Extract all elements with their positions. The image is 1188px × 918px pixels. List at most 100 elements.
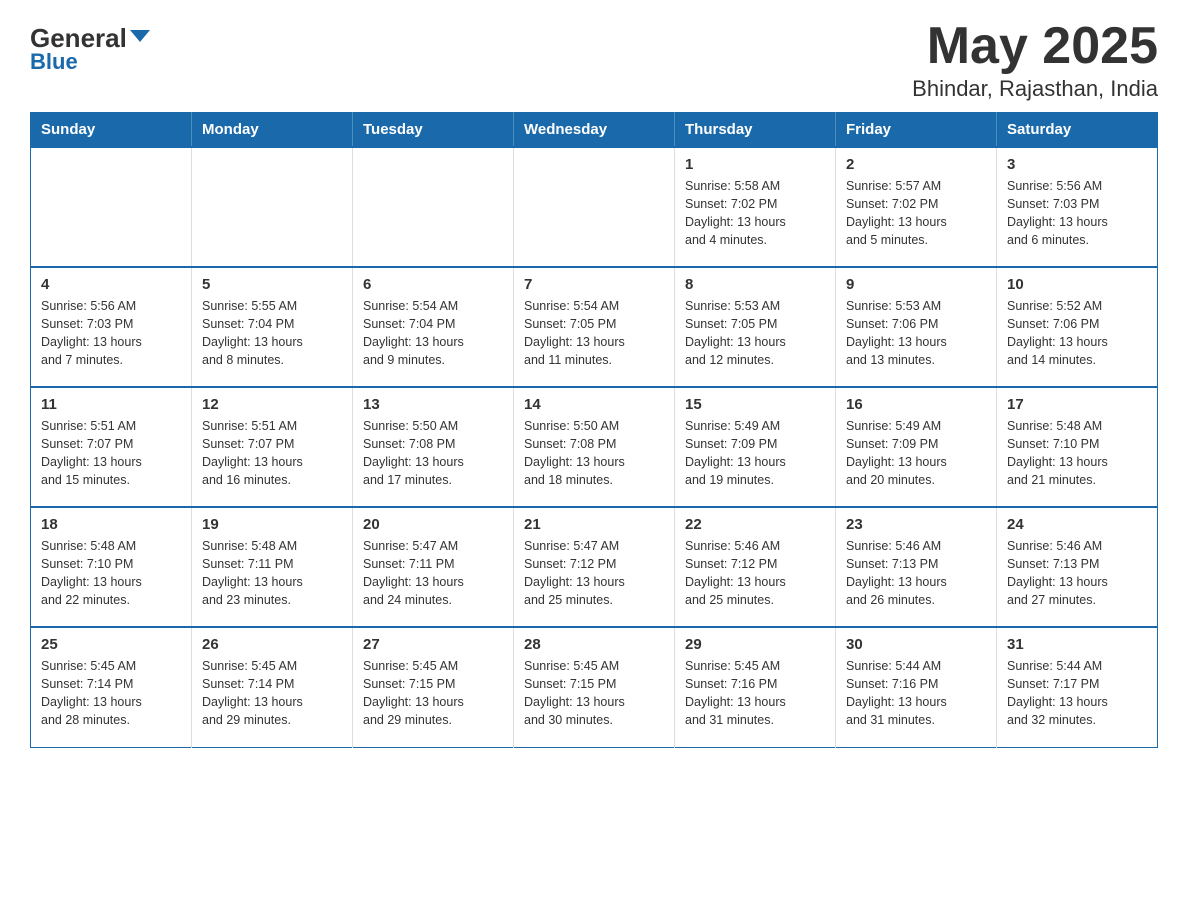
day-info: Sunrise: 5:48 AM Sunset: 7:10 PM Dayligh…	[41, 537, 181, 610]
calendar-header-saturday: Saturday	[997, 113, 1158, 148]
calendar-day-cell: 20Sunrise: 5:47 AM Sunset: 7:11 PM Dayli…	[353, 507, 514, 627]
day-info: Sunrise: 5:54 AM Sunset: 7:04 PM Dayligh…	[363, 297, 503, 370]
calendar-header-row: SundayMondayTuesdayWednesdayThursdayFrid…	[31, 113, 1158, 148]
calendar-day-cell: 11Sunrise: 5:51 AM Sunset: 7:07 PM Dayli…	[31, 387, 192, 507]
day-info: Sunrise: 5:54 AM Sunset: 7:05 PM Dayligh…	[524, 297, 664, 370]
day-info: Sunrise: 5:49 AM Sunset: 7:09 PM Dayligh…	[685, 417, 825, 490]
day-info: Sunrise: 5:51 AM Sunset: 7:07 PM Dayligh…	[41, 417, 181, 490]
calendar-day-cell: 27 Sunrise: 5:45 AM Sunset: 7:15 PM Dayli…	[353, 627, 514, 747]
day-number: 6	[363, 276, 503, 293]
calendar-day-cell: 5 Sunrise: 5:55 AM Sunset: 7:04 PM Daylig…	[192, 267, 353, 387]
day-number: 19	[202, 516, 342, 533]
calendar-day-cell: 25 Sunrise: 5:45 AM Sunset: 7:14 PM Dayli…	[31, 627, 192, 747]
day-number: 18	[41, 516, 181, 533]
calendar-day-cell: 6 Sunrise: 5:54 AM Sunset: 7:04 PM Daylig…	[353, 267, 514, 387]
day-number: 21	[524, 516, 664, 533]
calendar-day-cell: 24 Sunrise: 5:46 AM Sunset: 7:13 PM Dayli…	[997, 507, 1158, 627]
day-number: 4	[41, 276, 181, 293]
day-number: 7	[524, 276, 664, 293]
calendar-day-cell	[192, 147, 353, 267]
calendar-day-cell: 1 Sunrise: 5:58 AM Sunset: 7:02 PM Daylig…	[675, 147, 836, 267]
calendar-day-cell: 7 Sunrise: 5:54 AM Sunset: 7:05 PM Daylig…	[514, 267, 675, 387]
calendar-header-sunday: Sunday	[31, 113, 192, 148]
day-info: Sunrise: 5:45 AM Sunset: 7:15 PM Dayligh…	[524, 657, 664, 730]
day-info: Sunrise: 5:45 AM Sunset: 7:14 PM Dayligh…	[41, 657, 181, 730]
day-info: Sunrise: 5:48 AM Sunset: 7:10 PM Dayligh…	[1007, 417, 1147, 490]
calendar-day-cell: 4 Sunrise: 5:56 AM Sunset: 7:03 PM Daylig…	[31, 267, 192, 387]
calendar-day-cell: 15 Sunrise: 5:49 AM Sunset: 7:09 PM Dayli…	[675, 387, 836, 507]
day-info: Sunrise: 5:57 AM Sunset: 7:02 PM Dayligh…	[846, 177, 986, 250]
day-info: Sunrise: 5:58 AM Sunset: 7:02 PM Dayligh…	[685, 177, 825, 250]
day-info: Sunrise: 5:56 AM Sunset: 7:03 PM Dayligh…	[1007, 177, 1147, 250]
day-number: 9	[846, 276, 986, 293]
calendar-week-row: 4 Sunrise: 5:56 AM Sunset: 7:03 PM Daylig…	[31, 267, 1158, 387]
day-number: 10	[1007, 276, 1147, 293]
calendar-day-cell: 10 Sunrise: 5:52 AM Sunset: 7:06 PM Dayli…	[997, 267, 1158, 387]
day-number: 24	[1007, 516, 1147, 533]
calendar-day-cell: 17 Sunrise: 5:48 AM Sunset: 7:10 PM Dayli…	[997, 387, 1158, 507]
day-info: Sunrise: 5:50 AM Sunset: 7:08 PM Dayligh…	[524, 417, 664, 490]
day-info: Sunrise: 5:47 AM Sunset: 7:12 PM Dayligh…	[524, 537, 664, 610]
calendar-header-tuesday: Tuesday	[353, 113, 514, 148]
day-number: 27	[363, 636, 503, 653]
day-info: Sunrise: 5:56 AM Sunset: 7:03 PM Dayligh…	[41, 297, 181, 370]
calendar-header-monday: Monday	[192, 113, 353, 148]
calendar-day-cell: 28 Sunrise: 5:45 AM Sunset: 7:15 PM Dayli…	[514, 627, 675, 747]
calendar-header-wednesday: Wednesday	[514, 113, 675, 148]
day-number: 2	[846, 156, 986, 173]
calendar-day-cell: 26 Sunrise: 5:45 AM Sunset: 7:14 PM Dayli…	[192, 627, 353, 747]
logo: General Blue	[30, 20, 150, 75]
day-number: 15	[685, 396, 825, 413]
calendar-day-cell: 29Sunrise: 5:45 AM Sunset: 7:16 PM Dayli…	[675, 627, 836, 747]
day-info: Sunrise: 5:55 AM Sunset: 7:04 PM Dayligh…	[202, 297, 342, 370]
day-info: Sunrise: 5:46 AM Sunset: 7:13 PM Dayligh…	[846, 537, 986, 610]
day-number: 25	[41, 636, 181, 653]
day-number: 14	[524, 396, 664, 413]
day-number: 31	[1007, 636, 1147, 653]
day-info: Sunrise: 5:53 AM Sunset: 7:05 PM Dayligh…	[685, 297, 825, 370]
logo-triangle-icon	[130, 30, 150, 42]
day-info: Sunrise: 5:49 AM Sunset: 7:09 PM Dayligh…	[846, 417, 986, 490]
calendar-day-cell	[514, 147, 675, 267]
month-title: May 2025	[912, 20, 1158, 72]
calendar-week-row: 18 Sunrise: 5:48 AM Sunset: 7:10 PM Dayli…	[31, 507, 1158, 627]
day-info: Sunrise: 5:50 AM Sunset: 7:08 PM Dayligh…	[363, 417, 503, 490]
calendar-day-cell: 22 Sunrise: 5:46 AM Sunset: 7:12 PM Dayli…	[675, 507, 836, 627]
logo-text: General	[30, 25, 150, 51]
calendar-day-cell: 14 Sunrise: 5:50 AM Sunset: 7:08 PM Dayli…	[514, 387, 675, 507]
title-block: May 2025 Bhindar, Rajasthan, India	[912, 20, 1158, 102]
day-number: 3	[1007, 156, 1147, 173]
day-number: 26	[202, 636, 342, 653]
day-info: Sunrise: 5:46 AM Sunset: 7:12 PM Dayligh…	[685, 537, 825, 610]
day-number: 5	[202, 276, 342, 293]
calendar-day-cell: 12Sunrise: 5:51 AM Sunset: 7:07 PM Dayli…	[192, 387, 353, 507]
day-number: 22	[685, 516, 825, 533]
day-number: 17	[1007, 396, 1147, 413]
day-info: Sunrise: 5:45 AM Sunset: 7:14 PM Dayligh…	[202, 657, 342, 730]
day-info: Sunrise: 5:46 AM Sunset: 7:13 PM Dayligh…	[1007, 537, 1147, 610]
calendar-table: SundayMondayTuesdayWednesdayThursdayFrid…	[30, 112, 1158, 748]
day-number: 13	[363, 396, 503, 413]
day-info: Sunrise: 5:44 AM Sunset: 7:16 PM Dayligh…	[846, 657, 986, 730]
location-title: Bhindar, Rajasthan, India	[912, 76, 1158, 102]
day-number: 23	[846, 516, 986, 533]
day-number: 30	[846, 636, 986, 653]
calendar-day-cell: 30 Sunrise: 5:44 AM Sunset: 7:16 PM Dayli…	[836, 627, 997, 747]
calendar-day-cell	[353, 147, 514, 267]
calendar-day-cell: 19Sunrise: 5:48 AM Sunset: 7:11 PM Dayli…	[192, 507, 353, 627]
calendar-day-cell: 23 Sunrise: 5:46 AM Sunset: 7:13 PM Dayli…	[836, 507, 997, 627]
day-info: Sunrise: 5:52 AM Sunset: 7:06 PM Dayligh…	[1007, 297, 1147, 370]
day-info: Sunrise: 5:45 AM Sunset: 7:15 PM Dayligh…	[363, 657, 503, 730]
calendar-week-row: 1 Sunrise: 5:58 AM Sunset: 7:02 PM Daylig…	[31, 147, 1158, 267]
calendar-header-thursday: Thursday	[675, 113, 836, 148]
page-header: General Blue May 2025 Bhindar, Rajasthan…	[30, 20, 1158, 102]
calendar-week-row: 11Sunrise: 5:51 AM Sunset: 7:07 PM Dayli…	[31, 387, 1158, 507]
day-number: 8	[685, 276, 825, 293]
calendar-day-cell: 3 Sunrise: 5:56 AM Sunset: 7:03 PM Daylig…	[997, 147, 1158, 267]
day-number: 1	[685, 156, 825, 173]
day-number: 28	[524, 636, 664, 653]
calendar-day-cell: 2 Sunrise: 5:57 AM Sunset: 7:02 PM Daylig…	[836, 147, 997, 267]
day-info: Sunrise: 5:47 AM Sunset: 7:11 PM Dayligh…	[363, 537, 503, 610]
calendar-day-cell: 31 Sunrise: 5:44 AM Sunset: 7:17 PM Dayli…	[997, 627, 1158, 747]
day-info: Sunrise: 5:44 AM Sunset: 7:17 PM Dayligh…	[1007, 657, 1147, 730]
